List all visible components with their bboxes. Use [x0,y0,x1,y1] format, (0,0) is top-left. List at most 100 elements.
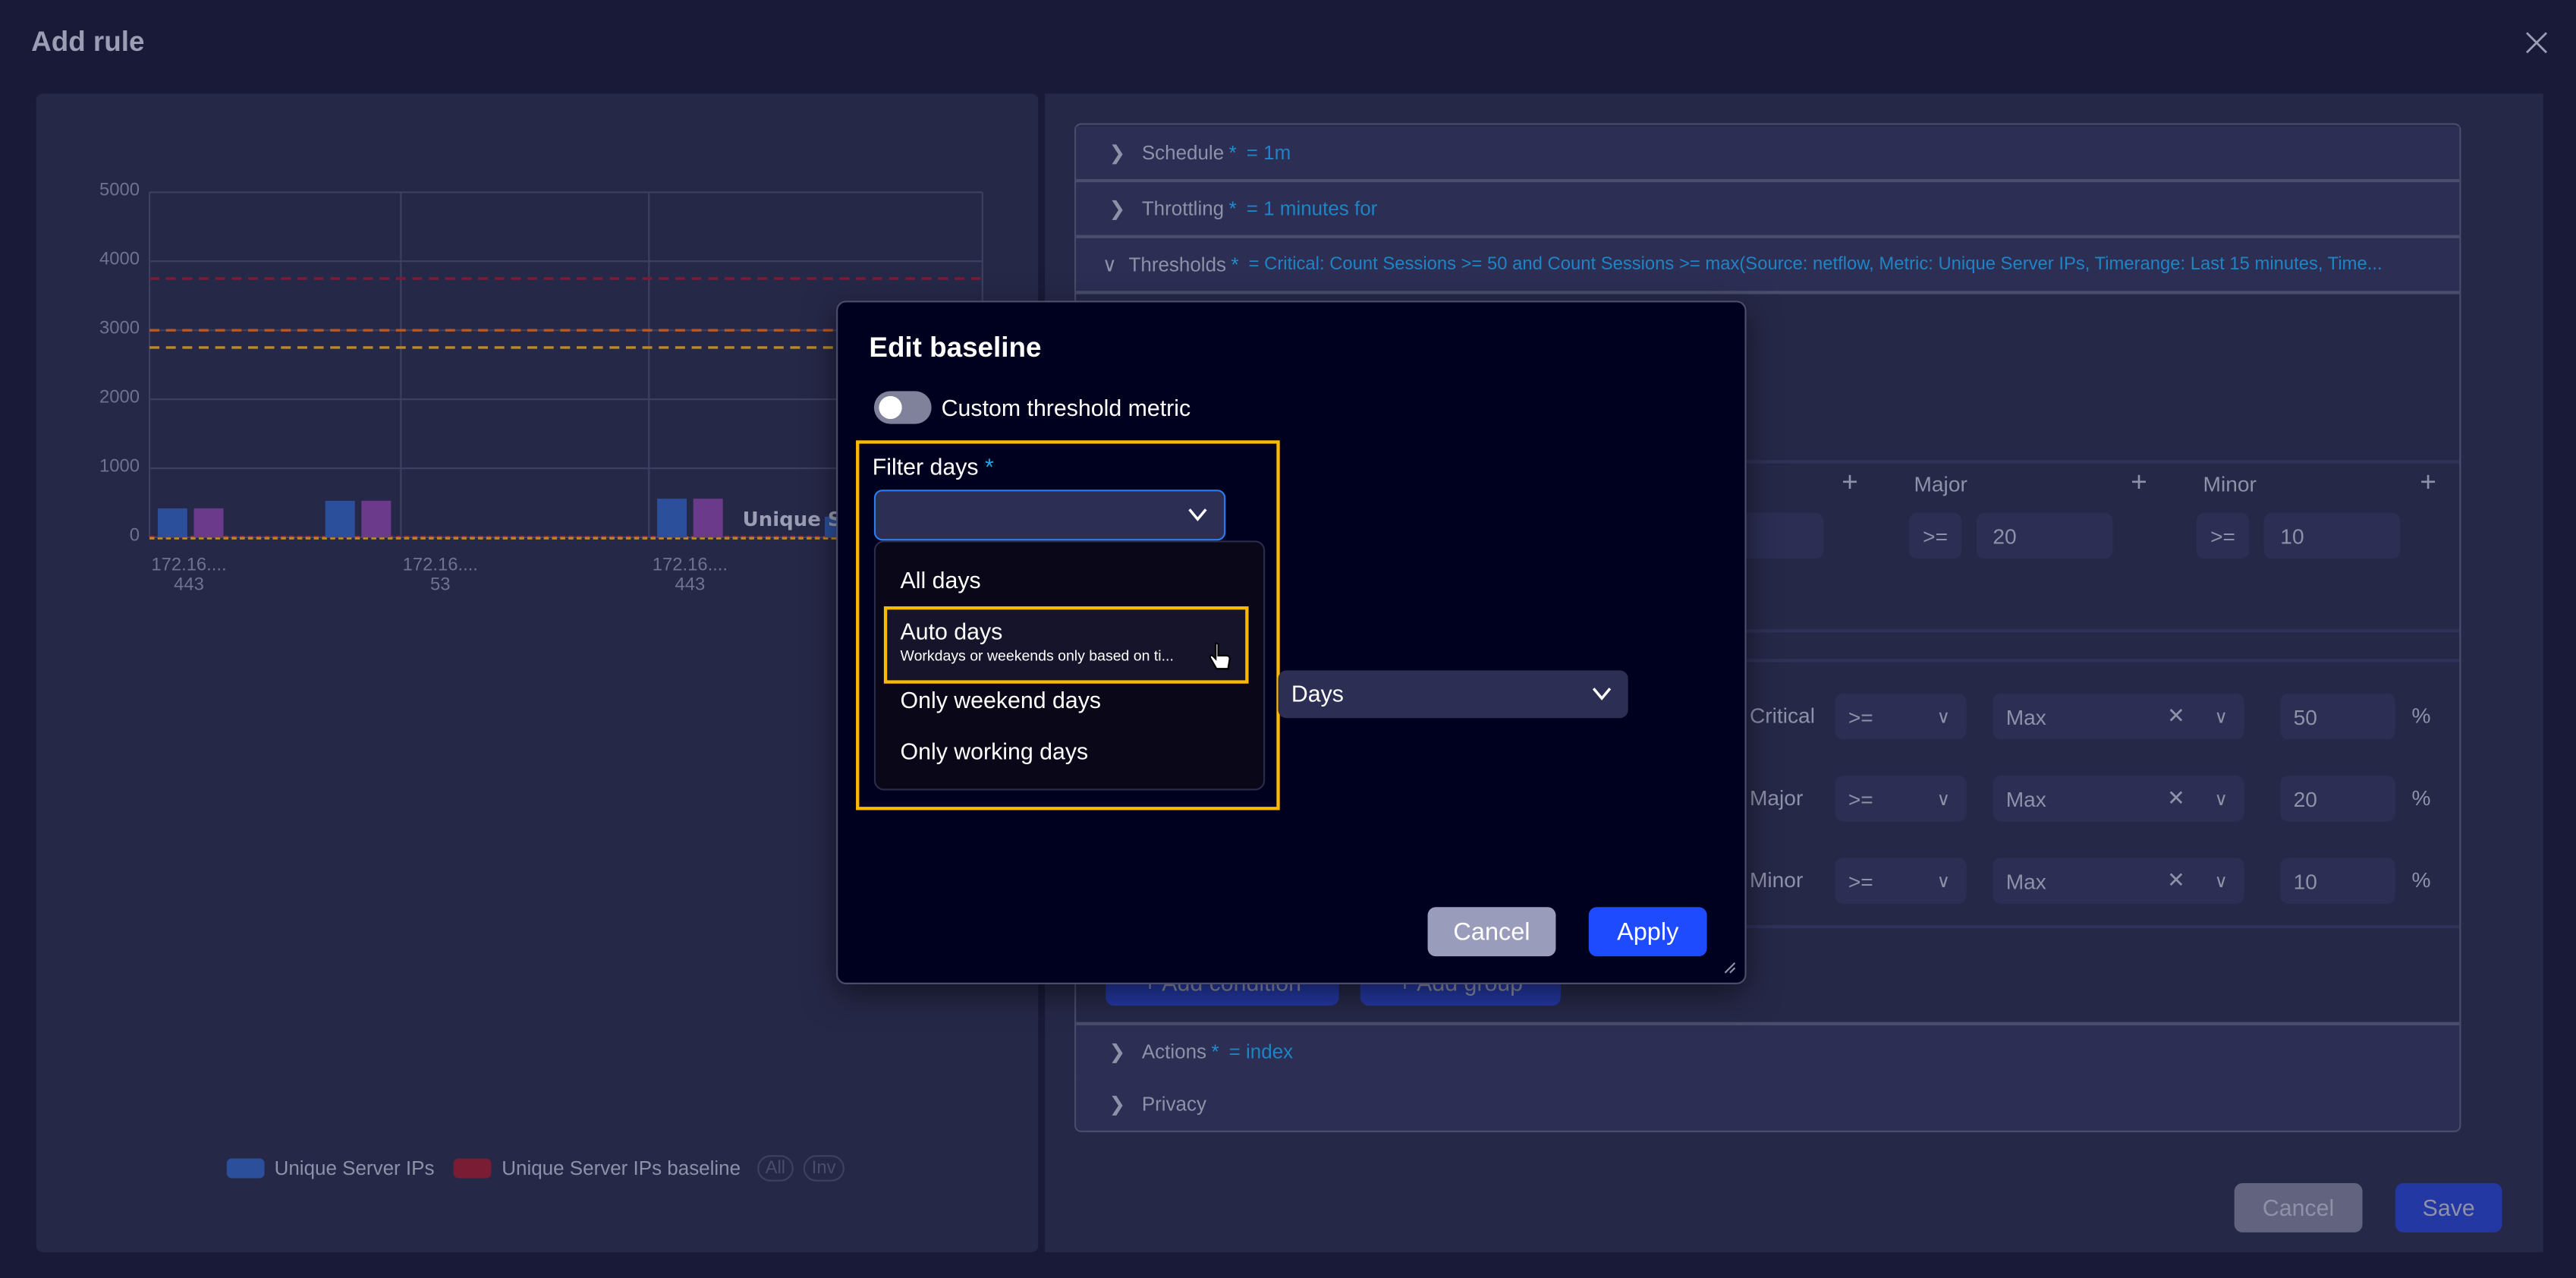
row-label: Minor [1749,867,1804,892]
chevron-down-icon: ∨ [1102,253,1117,276]
chevron-right-icon: ❯ [1109,1092,1126,1116]
function-select[interactable]: Max ✕ ∨ [1993,693,2244,740]
option-only-weekend-days[interactable]: Only weekend days [901,687,1102,713]
modal-apply-button[interactable]: Apply [1588,907,1707,957]
add-rule-dialog: Add rule Unique Se Unique Server IPs Uni… [0,0,2576,1278]
period-unit-select[interactable]: Days [1278,670,1628,719]
chevron-right-icon: ❯ [1109,197,1126,221]
chevron-down-icon: ∨ [2214,789,2228,810]
unit-label: % [2411,867,2431,892]
y-tick-label: 5000 [99,181,140,201]
option-auto-days[interactable]: Auto days Workdays or weekends only base… [883,606,1249,684]
minor-operator[interactable]: >= [2196,512,2250,559]
clear-icon[interactable]: ✕ [2167,704,2185,730]
legend-invert-button[interactable]: Inv [803,1155,845,1182]
section-summary: = Critical: Count Sessions >= 50 and Cou… [1248,254,2383,275]
legend-label[interactable]: Unique Server IPs [275,1157,435,1179]
row-label: Critical [1749,703,1815,729]
section-actions[interactable]: ❯ Actions * = index [1076,1021,2460,1081]
section-throttling[interactable]: ❯ Throttling * = 1 minutes for [1076,182,2460,238]
section-summary: = 1m [1246,141,1291,165]
x-tick-label: 172.16.... 53 [402,555,478,595]
filter-days-label: Filter days * [872,453,994,480]
y-tick-label: 1000 [99,456,140,477]
hand-cursor-icon [1209,642,1231,670]
section-name: Throttling [1141,197,1225,221]
add-minor-icon[interactable]: + [2420,467,2436,499]
chevron-down-icon: ∨ [2214,707,2228,728]
section-privacy[interactable]: ❯ Privacy [1076,1078,2460,1131]
x-tick-label: 172.16.... 443 [151,555,227,595]
section-name: Actions [1141,1040,1207,1063]
filter-days-dropdown: All days Auto days Workdays or weekends … [873,540,1266,791]
chevron-down-icon: ∨ [2214,871,2228,892]
bar [693,499,723,538]
function-select[interactable]: Max ✕ ∨ [1993,775,2244,822]
add-major-icon[interactable]: + [2131,467,2147,499]
row-label: Major [1749,785,1804,811]
bar [325,500,355,538]
option-all-days[interactable]: All days [901,567,981,593]
legend-swatch-baseline [454,1158,492,1179]
y-tick-label: 2000 [99,387,140,408]
edit-baseline-modal: Edit baseline Custom threshold metric Fi… [836,301,1747,984]
bar [361,500,392,538]
close-icon[interactable] [2524,30,2550,56]
section-schedule[interactable]: ❯ Schedule * = 1m [1076,126,2460,183]
chevron-down-icon: ∨ [1936,707,1951,728]
legend-all-button[interactable]: All [756,1155,794,1182]
custom-threshold-toggle[interactable] [873,391,932,424]
dialog-title: Add rule [31,26,145,58]
unit-label: % [2411,703,2431,729]
percent-value-input[interactable]: 50 [2280,693,2395,740]
chevron-down-icon: ∨ [1936,789,1951,810]
modal-title: Edit baseline [869,332,1042,364]
bar [157,508,187,538]
form-cancel-button[interactable]: Cancel [2234,1182,2363,1232]
section-name: Privacy [1141,1092,1207,1116]
operator-select[interactable]: >= ∨ [1835,693,1967,740]
filter-days-select[interactable] [873,489,1226,541]
resize-handle-icon[interactable] [1723,962,1736,974]
chevron-down-icon [1592,688,1612,700]
toggle-label: Custom threshold metric [941,394,1191,421]
option-only-working-days[interactable]: Only working days [901,738,1089,764]
minor-label: Minor [2203,471,2257,496]
y-tick-label: 3000 [99,319,140,339]
function-select[interactable]: Max ✕ ∨ [1993,858,2244,904]
bar [193,508,224,538]
bar [657,499,687,538]
percent-value-input[interactable]: 20 [2280,775,2395,822]
clear-icon[interactable]: ✕ [2167,867,2185,894]
y-tick-label: 4000 [99,250,140,270]
operator-select[interactable]: >= ∨ [1835,775,1967,822]
toggle-knob [879,395,902,420]
section-name: Thresholds [1128,253,1227,276]
legend-label[interactable]: Unique Server IPs baseline [502,1157,741,1179]
percent-value-input[interactable]: 10 [2280,858,2395,904]
chart-legend: Unique Server IPs Unique Server IPs base… [226,1155,845,1182]
y-tick-label: 0 [129,525,140,546]
section-thresholds[interactable]: ∨ Thresholds * = Critical: Count Sessions… [1076,238,2460,294]
x-tick-label: 172.16.... 443 [652,555,728,595]
add-critical-icon[interactable]: + [1842,467,1858,499]
chevron-down-icon [1188,508,1207,521]
period-unit-value: Days [1291,680,1344,707]
option-label: Auto days [900,618,1003,644]
clear-icon[interactable]: ✕ [2167,785,2185,812]
modal-cancel-button[interactable]: Cancel [1427,907,1556,957]
unit-label: % [2411,785,2431,811]
section-summary: = 1 minutes for [1246,197,1378,221]
major-operator[interactable]: >= [1908,512,1962,559]
major-value-input[interactable]: 20 [1976,512,2113,559]
operator-select[interactable]: >= ∨ [1835,858,1967,904]
section-summary: = index [1228,1040,1294,1063]
major-label: Major [1914,471,1967,496]
legend-swatch-unique-server-ips [226,1158,265,1179]
section-name: Schedule [1141,141,1225,165]
chevron-down-icon: ∨ [1936,871,1951,892]
chevron-right-icon: ❯ [1109,141,1126,165]
minor-value-input[interactable]: 10 [2263,512,2401,559]
form-save-button[interactable]: Save [2395,1182,2502,1232]
option-description: Workdays or weekends only based on ti... [900,647,1174,664]
